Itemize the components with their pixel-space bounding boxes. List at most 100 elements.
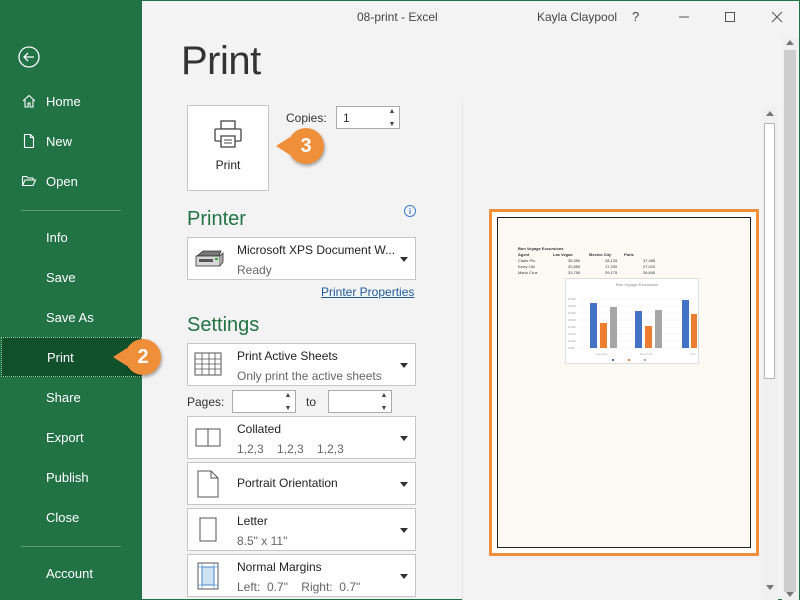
printer-properties-link[interactable]: Printer Properties <box>321 285 414 299</box>
sidebar-item-label: Save As <box>46 309 94 325</box>
home-icon <box>21 93 37 109</box>
svg-text:Mexico City: Mexico City <box>640 353 654 356</box>
print-button[interactable]: Print <box>187 105 269 191</box>
pages-to-stepper[interactable]: ▲ ▼ <box>328 390 392 413</box>
maximize-button[interactable] <box>720 7 740 27</box>
scroll-up-icon[interactable] <box>786 40 794 45</box>
sidebar-item-open[interactable]: Open <box>1 161 142 201</box>
sidebar-item-home[interactable]: Home <box>1 81 142 121</box>
stepper-down-icon[interactable]: ▼ <box>285 405 292 412</box>
sidebar-item-new[interactable]: New <box>1 121 142 161</box>
preview-page[interactable]: Bon Voyage Excursions Agent Las Vegas Me… <box>497 217 751 548</box>
window-title: 08-print - Excel <box>357 10 438 24</box>
orientation-dropdown[interactable]: Portrait Orientation <box>187 462 416 505</box>
sheet-cell: 29,175 <box>605 270 618 275</box>
copies-stepper[interactable]: 1 ▲ ▼ <box>336 106 400 129</box>
scroll-down-icon[interactable] <box>786 592 794 597</box>
svg-text:35,000: 35,000 <box>568 305 576 308</box>
sheet-cell: 28,125 <box>605 258 618 263</box>
sheet-cell: 33,750 <box>568 270 581 275</box>
user-name[interactable]: Kayla Claypool <box>537 10 617 24</box>
sidebar-item-close[interactable]: Close <box>1 497 142 537</box>
dropdown-caret-icon <box>400 527 408 533</box>
print-what-dropdown[interactable]: Print Active Sheets Only print the activ… <box>187 343 416 386</box>
backstage-scrollbar[interactable] <box>782 37 799 600</box>
backstage-sidebar: Home New Open Info Save Save As Print Sh… <box>1 1 142 600</box>
dropdown-caret-icon <box>400 256 408 262</box>
pages-from-stepper[interactable]: ▲ ▼ <box>232 390 296 413</box>
svg-text:20,000: 20,000 <box>568 326 576 329</box>
printer-icon <box>214 120 242 148</box>
back-button[interactable] <box>18 46 40 68</box>
sidebar-item-info[interactable]: Info <box>1 217 142 257</box>
stepper-arrows[interactable]: ▲ ▼ <box>282 392 294 412</box>
svg-text:30,000: 30,000 <box>568 312 576 315</box>
sidebar-item-label: Close <box>46 509 80 525</box>
margins-dropdown[interactable]: Normal Margins Left: 0.7" Right: 0.7" <box>187 554 416 597</box>
sidebar-item-account[interactable]: Account <box>1 553 142 593</box>
info-icon[interactable]: i <box>404 205 416 217</box>
stepper-up-icon[interactable]: ▲ <box>285 392 292 399</box>
settings-heading: Settings <box>187 314 260 336</box>
setting-title: Collated <box>237 422 282 436</box>
scrollbar-thumb[interactable] <box>784 50 796 592</box>
copies-label: Copies: <box>286 111 327 125</box>
setting-subtitle: Only print the active sheets <box>237 369 382 383</box>
svg-text:Paris: Paris <box>690 353 696 356</box>
sheet-cell: 37,455 <box>643 258 656 263</box>
sidebar-item-label: Share <box>46 389 81 405</box>
minimize-icon <box>679 16 689 18</box>
sidebar-item-save-as[interactable]: Save As <box>1 297 142 337</box>
excel-window: Home New Open Info Save Save As Print Sh… <box>0 0 800 600</box>
stepper-arrows[interactable]: ▲ ▼ <box>378 392 390 412</box>
printer-dropdown[interactable]: Microsoft XPS Document W... Ready <box>187 237 416 280</box>
dropdown-caret-icon <box>400 573 408 579</box>
printer-status: Ready <box>237 263 272 277</box>
preview-scrollbar[interactable] <box>762 107 778 600</box>
svg-text:15,000: 15,000 <box>568 333 576 336</box>
scroll-up-icon[interactable] <box>766 111 774 116</box>
sidebar-item-save[interactable]: Save <box>1 257 142 297</box>
stepper-up-icon[interactable]: ▲ <box>381 392 388 399</box>
print-button-label: Print <box>215 158 241 172</box>
sidebar-item-label: Home <box>46 93 81 109</box>
dropdown-caret-icon <box>400 435 408 441</box>
pages-label: Pages: <box>187 395 225 409</box>
scroll-down-icon[interactable] <box>766 585 774 590</box>
sidebar-item-label: Open <box>46 173 78 189</box>
scrollbar-thumb[interactable] <box>764 123 775 379</box>
sheet-cell: 27,010 <box>643 264 656 269</box>
setting-title: Normal Margins <box>237 560 322 574</box>
setting-title: Print Active Sheets <box>237 349 338 363</box>
collated-pages-icon <box>193 423 223 453</box>
sheet-header: Las Vegas <box>553 252 573 257</box>
sheet-header: Paris <box>624 252 634 257</box>
sidebar-item-publish[interactable]: Publish <box>1 457 142 497</box>
callout-number: 3 <box>300 134 312 157</box>
stepper-down-icon[interactable]: ▼ <box>389 121 396 128</box>
preview-highlight: Bon Voyage Excursions Agent Las Vegas Me… <box>489 209 759 556</box>
stepper-up-icon[interactable]: ▲ <box>389 108 396 115</box>
stepper-arrows[interactable]: ▲ ▼ <box>386 108 398 128</box>
collation-dropdown[interactable]: Collated 1,2,3 1,2,3 1,2,3 <box>187 416 416 459</box>
printer-name: Microsoft XPS Document W... <box>237 243 396 257</box>
sidebar-item-export[interactable]: Export <box>1 417 142 457</box>
setting-subtitle: 8.5" x 11" <box>237 534 288 548</box>
help-button[interactable]: ? <box>632 9 639 24</box>
stepper-down-icon[interactable]: ▼ <box>381 405 388 412</box>
sidebar-item-label: Export <box>46 429 84 445</box>
paper-size-dropdown[interactable]: Letter 8.5" x 11" <box>187 508 416 551</box>
svg-text:25,000: 25,000 <box>568 319 576 322</box>
svg-text:Las Vegas: Las Vegas <box>596 353 608 356</box>
sheet-cell: 35,840 <box>643 270 656 275</box>
step-callout-2: 2 <box>113 339 161 375</box>
setting-subtitle: 1,2,3 1,2,3 1,2,3 <box>237 442 344 456</box>
sheets-grid-icon <box>193 350 223 380</box>
close-icon <box>771 11 783 23</box>
minimize-button[interactable] <box>674 7 694 27</box>
sheet-header: Agent <box>518 252 530 257</box>
close-button[interactable] <box>767 7 787 27</box>
sidebar-item-share[interactable]: Share <box>1 377 142 417</box>
svg-text:40,000: 40,000 <box>568 298 576 301</box>
sheet-cell: 20,850 <box>568 264 581 269</box>
